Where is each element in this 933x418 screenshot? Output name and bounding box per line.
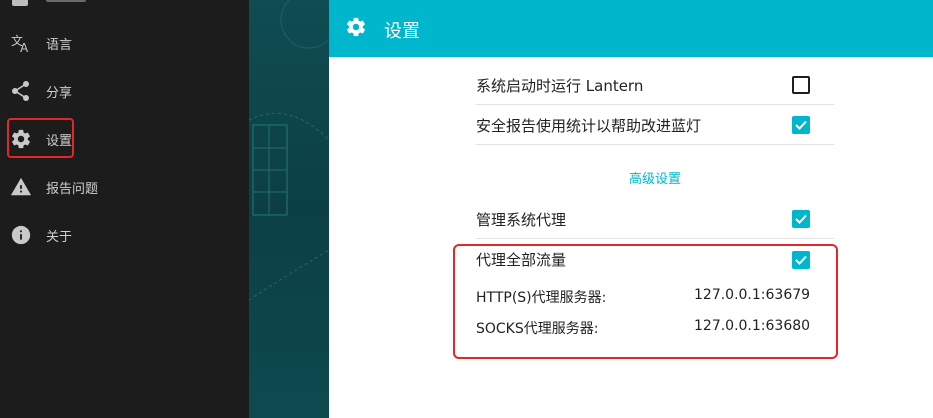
sidebar-item-label: 报告问题 — [46, 181, 99, 197]
sidebar-top-partial-text — [46, 0, 86, 2]
share-icon — [10, 80, 32, 102]
launch-on-startup-checkbox[interactable] — [792, 76, 810, 94]
sidebar: 文A 语言 分享 设置 报告问题 关于 — [0, 0, 249, 418]
report-stats-checkbox[interactable] — [792, 116, 810, 134]
page-title: 设置 — [384, 21, 420, 42]
setting-label: 管理系统代理 — [476, 211, 567, 229]
svg-text:A: A — [20, 41, 29, 54]
setting-row-launch-on-startup: 系统启动时运行 Lantern — [476, 66, 834, 105]
info-icon — [10, 224, 32, 246]
check-icon — [795, 120, 807, 130]
setting-row-report-stats: 安全报告使用统计以帮助改进蓝灯 — [476, 105, 834, 145]
sidebar-item-about[interactable]: 关于 — [0, 215, 249, 255]
settings-highlight-box — [7, 118, 74, 158]
setting-label: 系统启动时运行 Lantern — [476, 77, 644, 95]
sidebar-top-partial — [12, 0, 28, 6]
check-icon — [795, 214, 807, 224]
sidebar-item-language[interactable]: 文A 语言 — [0, 23, 249, 63]
background-illustration — [249, 0, 329, 418]
sidebar-item-share[interactable]: 分享 — [0, 71, 249, 111]
sidebar-item-label: 关于 — [46, 229, 73, 245]
manage-proxy-checkbox[interactable] — [792, 210, 810, 228]
setting-row-manage-proxy: 管理系统代理 — [476, 199, 834, 239]
warning-icon — [10, 176, 32, 198]
panel-header: 设置 — [329, 0, 933, 57]
proxy-highlight-box — [453, 244, 838, 359]
sidebar-item-label: 语言 — [46, 37, 73, 53]
sidebar-item-report-issue[interactable]: 报告问题 — [0, 167, 249, 207]
advanced-settings-title: 高级设置 — [628, 172, 681, 187]
gear-icon — [345, 16, 367, 38]
sidebar-item-label: 分享 — [46, 85, 73, 101]
setting-label: 安全报告使用统计以帮助改进蓝灯 — [476, 117, 702, 135]
translate-icon: 文A — [10, 32, 32, 54]
